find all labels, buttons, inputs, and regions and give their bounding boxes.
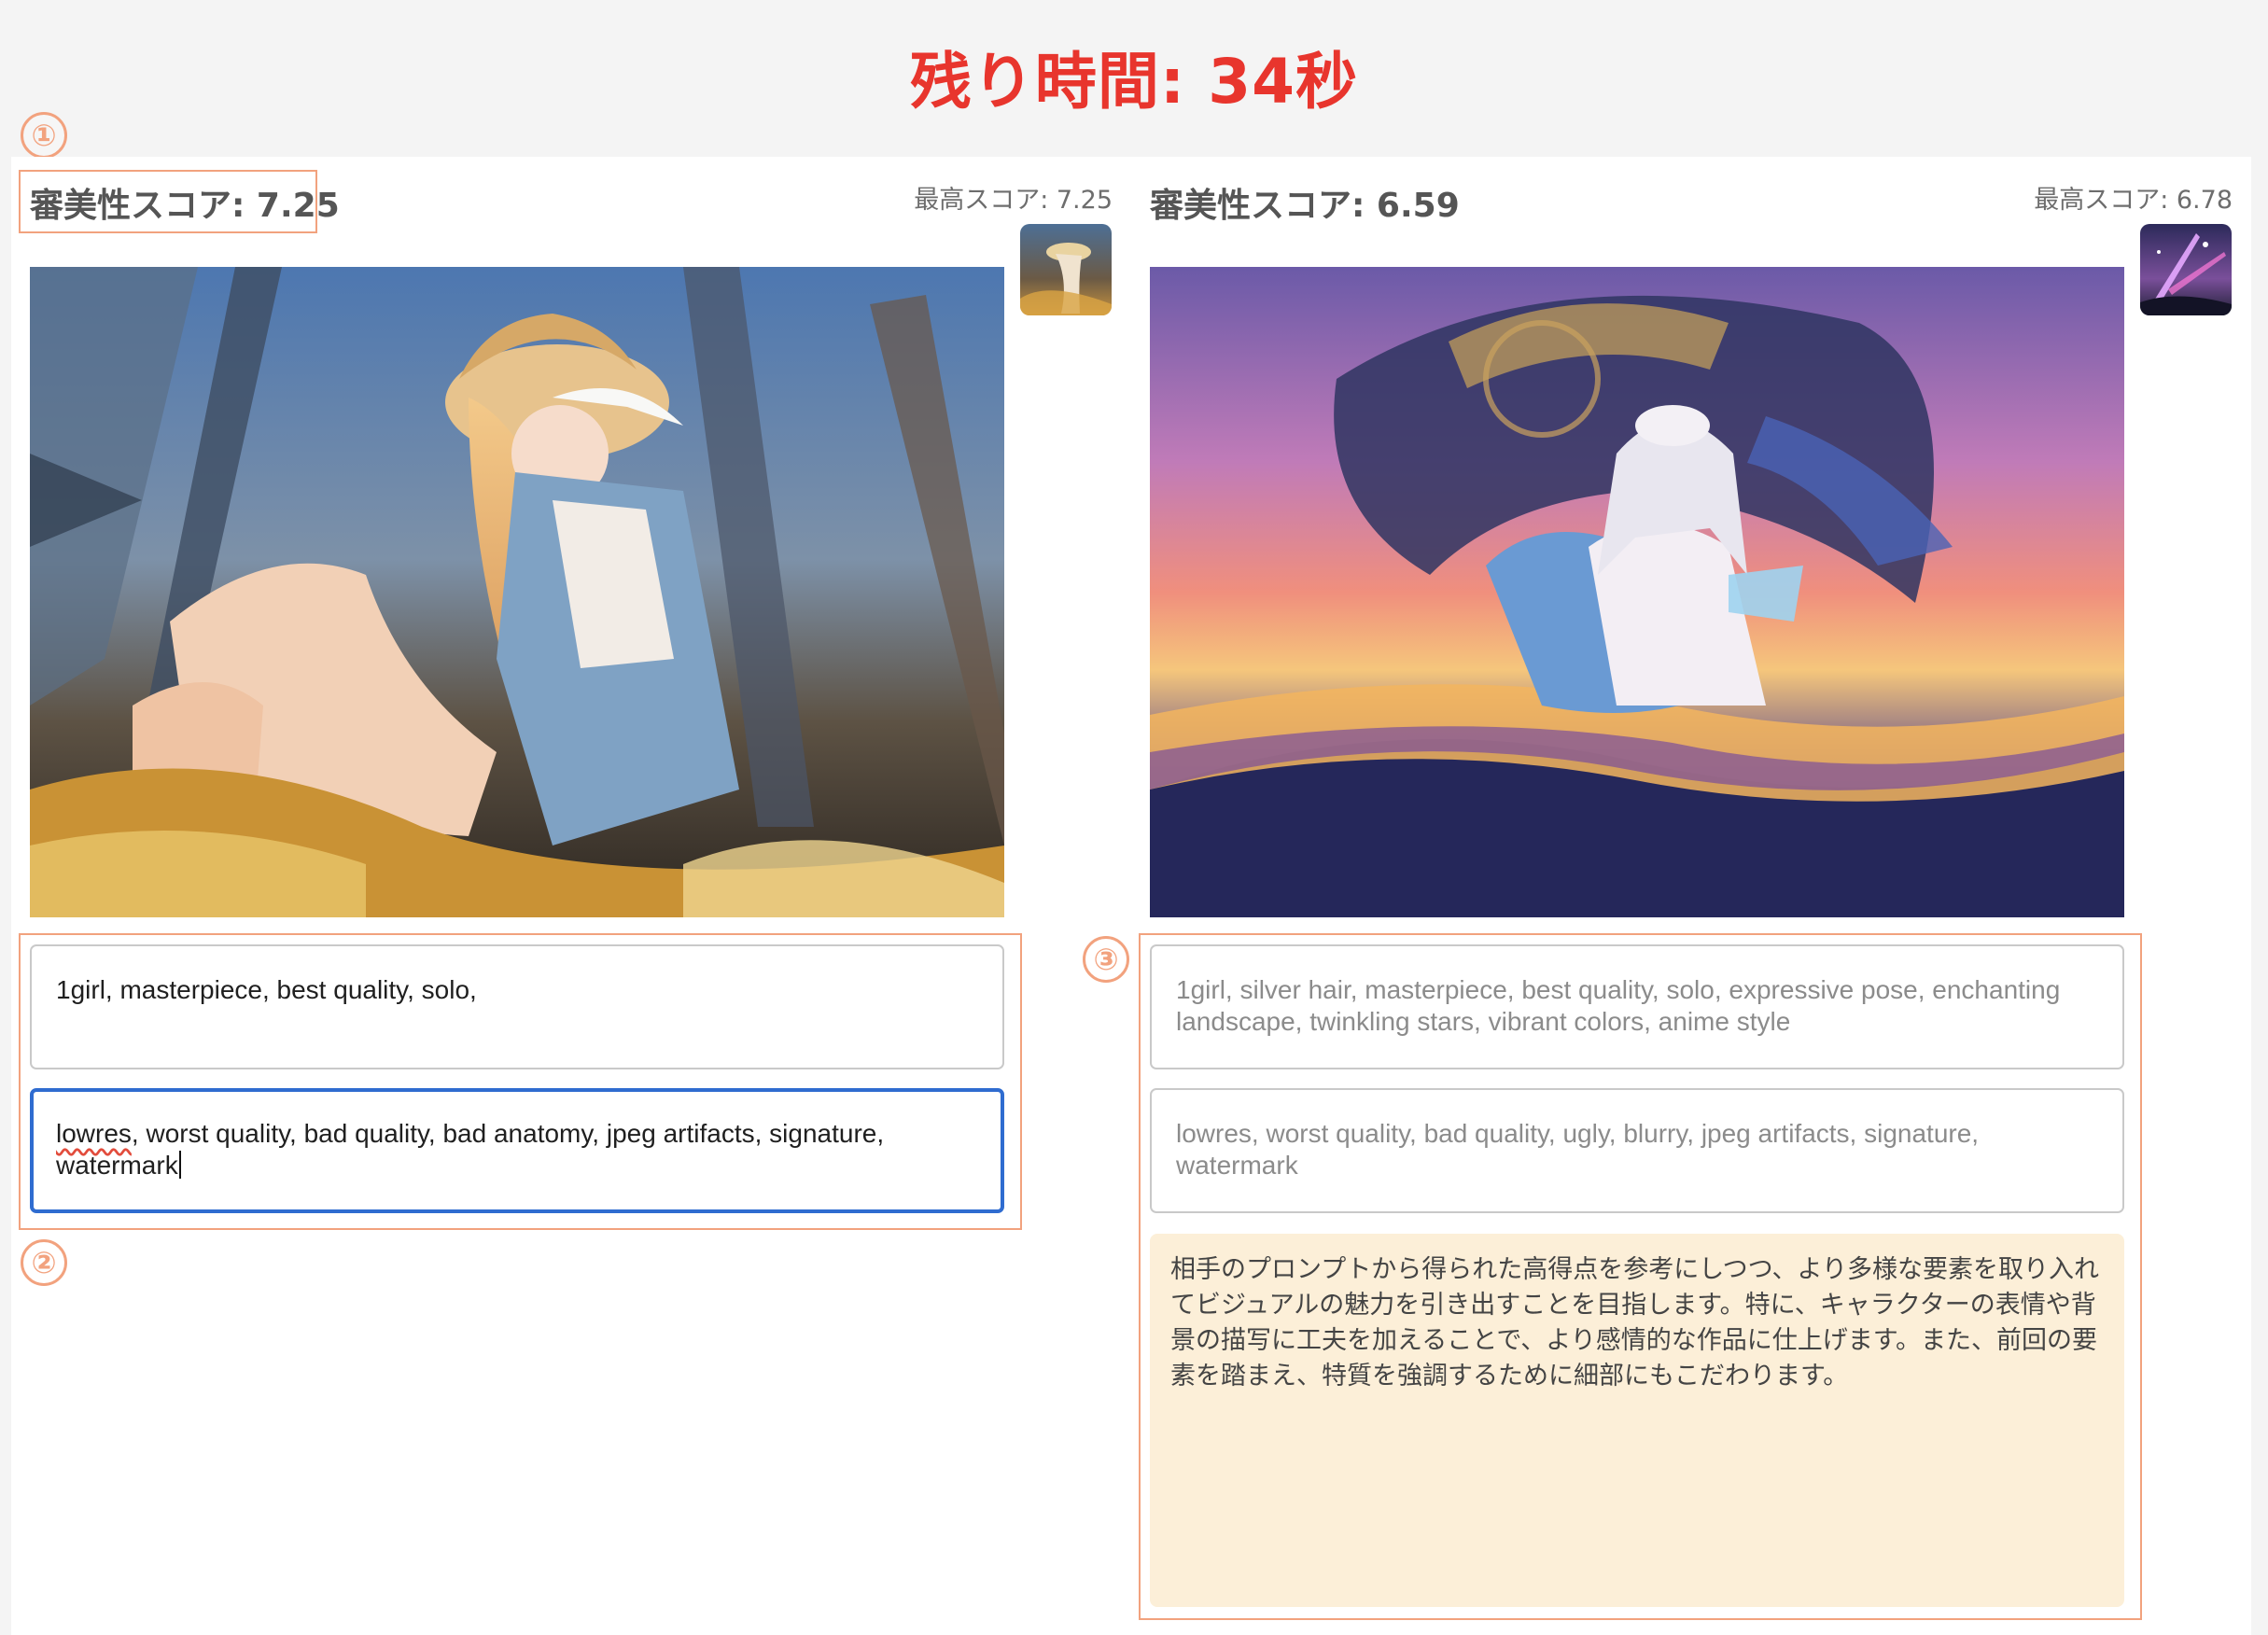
right-negative-prompt-field: lowres, worst quality, bad quality, ugly… [1150, 1088, 2124, 1213]
right-generated-image [1150, 267, 2124, 917]
reasoning-text: 相手のプロンプトから得られた高得点を参考にしつつ、より多様な要素を取り入れてビジ… [1170, 1255, 2099, 1390]
left-best-score: 最高スコア: 7.25 [914, 186, 1113, 215]
right-best-score: 最高スコア: 6.78 [2034, 186, 2233, 215]
text-caret [178, 1151, 181, 1179]
annotation-badge-2: ② [21, 1239, 67, 1286]
annotation-badge-3: ③ [1083, 936, 1129, 983]
right-best-thumbnail[interactable] [2140, 224, 2232, 315]
left-best-thumbnail[interactable] [1020, 224, 1112, 315]
left-negative-prompt-field[interactable]: lowres, worst quality, bad quality, bad … [30, 1088, 1004, 1213]
right-prompt-text: 1girl, silver hair, masterpiece, best qu… [1176, 975, 2061, 1036]
right-negative-prompt-text: lowres, worst quality, bad quality, ugly… [1176, 1119, 1980, 1180]
spellcheck-word: lowres [56, 1119, 132, 1148]
opponent-reasoning-box: 相手のプロンプトから得られた高得点を参考にしつつ、より多様な要素を取り入れてビジ… [1150, 1234, 2124, 1607]
countdown-timer: 残り時間: 34秒 [909, 46, 1359, 118]
left-prompt-field[interactable]: 1girl, masterpiece, best quality, solo, [30, 944, 1004, 1069]
left-aesthetic-score: 審美性スコア: 7.25 [30, 187, 340, 225]
right-prompt-field: 1girl, silver hair, masterpiece, best qu… [1150, 944, 2124, 1069]
left-prompt-text: 1girl, masterpiece, best quality, solo, [56, 975, 477, 1004]
right-aesthetic-score: 審美性スコア: 6.59 [1150, 187, 1460, 225]
annotation-badge-1: ① [21, 112, 67, 159]
left-generated-image [30, 267, 1004, 917]
